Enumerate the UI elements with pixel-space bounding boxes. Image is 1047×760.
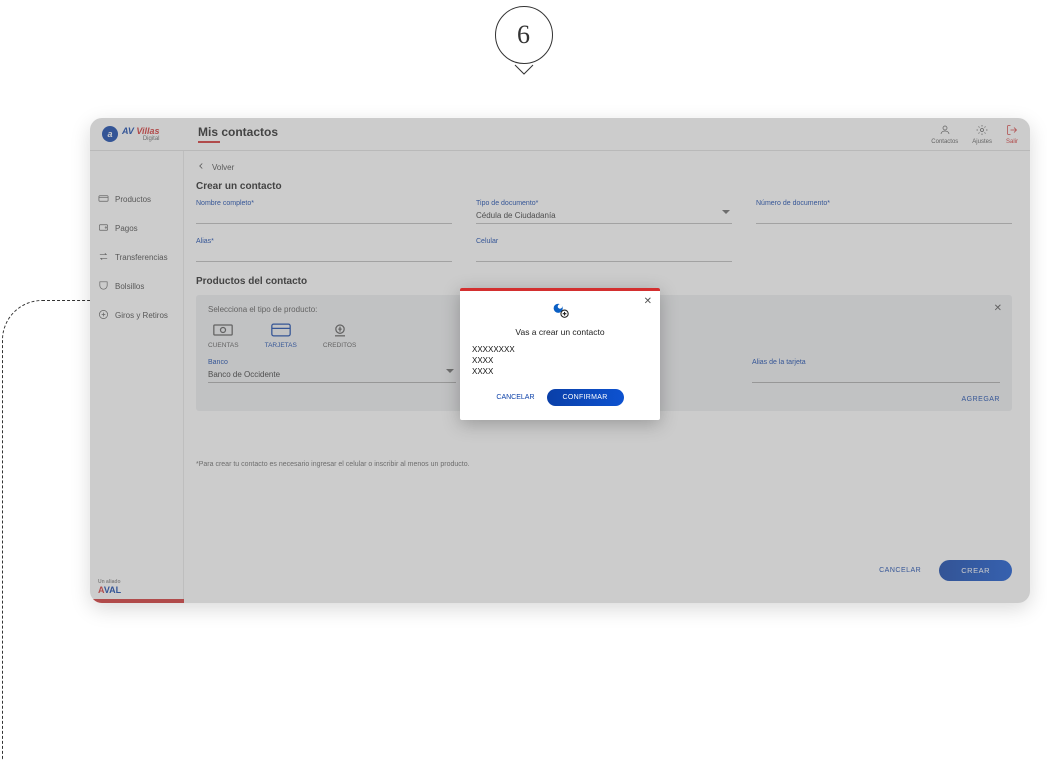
modal-title: Vas a crear un contacto: [472, 327, 648, 337]
app-window: a AV Villas Digital Mis contactos Contac…: [90, 118, 1030, 603]
transfer-icon: [98, 251, 109, 264]
modal-line3: XXXX: [472, 367, 648, 378]
modal-confirm-button[interactable]: CONFIRMAR: [547, 389, 624, 406]
back-label: Volver: [212, 163, 234, 172]
pocket-icon: [98, 280, 109, 293]
brand-villas: Villas: [134, 126, 160, 136]
wallet-icon: [98, 222, 109, 235]
tarjetas-label: TARJETAS: [265, 342, 297, 349]
brand-av: AV: [122, 126, 134, 136]
doc-num-label: Número de documento*: [756, 200, 1012, 207]
cel-input[interactable]: [476, 245, 732, 262]
sidebar-item-bolsillos[interactable]: Bolsillos: [90, 272, 183, 301]
sidebar-item-giros[interactable]: Giros y Retiros: [90, 301, 183, 330]
brand-logo: a AV Villas Digital: [102, 126, 190, 142]
footer-accent: [90, 599, 184, 603]
sidebar-item-pagos[interactable]: Pagos: [90, 214, 183, 243]
modal-summary: XXXXXXXX XXXX XXXX: [472, 345, 648, 377]
doc-type-select[interactable]: Cédula de Ciudadanía: [476, 207, 732, 224]
product-type-cuentas[interactable]: CUENTAS: [208, 322, 239, 349]
brand-mark-icon: a: [102, 126, 118, 142]
topbar: a AV Villas Digital Mis contactos Contac…: [90, 118, 1030, 151]
add-product-button[interactable]: AGREGAR: [961, 396, 1000, 403]
settings-action[interactable]: Ajustes: [972, 124, 992, 145]
aval-val: VAL: [104, 585, 121, 595]
create-button[interactable]: CREAR: [939, 560, 1012, 581]
exit-icon: [1006, 124, 1018, 138]
card-icon: [271, 322, 291, 340]
products-heading: Productos del contacto: [196, 276, 1012, 287]
modal-line1: XXXXXXXX: [472, 345, 648, 356]
alias-label: Alias*: [196, 238, 452, 245]
settings-label: Ajustes: [972, 139, 992, 145]
modal-cancel-button[interactable]: CANCELAR: [496, 394, 534, 401]
footer-note: *Para crear tu contacto es necesario ing…: [196, 461, 1012, 468]
cuentas-label: CUENTAS: [208, 342, 239, 349]
page-title: Mis contactos: [198, 125, 278, 139]
creditos-label: CREDITOS: [323, 342, 356, 349]
sidebar: Productos Pagos Transferencias Bolsillos…: [90, 151, 184, 603]
bank-label: Banco: [208, 359, 456, 366]
account-icon: [213, 322, 233, 340]
cancel-button[interactable]: CANCELAR: [879, 567, 921, 574]
sidebar-item-label: Transferencias: [115, 253, 168, 262]
close-icon[interactable]: ✕: [994, 303, 1002, 314]
field-doc-type: Tipo de documento* Cédula de Ciudadanía: [476, 200, 732, 224]
field-alias: Alias*: [196, 238, 452, 262]
back-link[interactable]: Volver: [196, 161, 1012, 173]
sidebar-item-label: Productos: [115, 195, 151, 204]
confirm-modal: ✕ Vas a crear un contacto XXXXXXXX XXXX …: [460, 288, 660, 420]
doc-type-label: Tipo de documento*: [476, 200, 732, 207]
withdraw-icon: [98, 309, 109, 322]
sidebar-item-productos[interactable]: Productos: [90, 185, 183, 214]
card-alias-input[interactable]: [752, 366, 1000, 383]
exit-label: Salir: [1006, 139, 1018, 145]
add-contact-icon: [472, 301, 648, 321]
name-label: Nombre completo*: [196, 200, 452, 207]
field-cel: Celular: [476, 238, 732, 262]
sidebar-item-transferencias[interactable]: Transferencias: [90, 243, 183, 272]
step-number: 6: [517, 20, 530, 50]
chevron-down-icon: [514, 64, 534, 76]
alias-input[interactable]: [196, 245, 452, 262]
create-contact-title: Crear un contacto: [196, 181, 1012, 192]
sidebar-item-label: Giros y Retiros: [115, 311, 168, 320]
exit-action[interactable]: Salir: [1006, 124, 1018, 145]
sidebar-item-label: Pagos: [115, 224, 138, 233]
field-card-alias: Alias de la tarjeta: [752, 359, 1000, 383]
field-bank: Banco Banco de Occidente: [208, 359, 456, 383]
sidebar-item-label: Bolsillos: [115, 282, 144, 291]
step-badge: 6: [495, 6, 553, 64]
card-icon: [98, 193, 109, 206]
modal-line2: XXXX: [472, 356, 648, 367]
credit-icon: [330, 322, 350, 340]
field-doc-num: Número de documento*: [756, 200, 1012, 224]
product-type-creditos[interactable]: CREDITOS: [323, 322, 356, 349]
gear-icon: [976, 124, 988, 138]
name-input[interactable]: [196, 207, 452, 224]
card-alias-label: Alias de la tarjeta: [752, 359, 1000, 366]
contacts-action[interactable]: Contactos: [931, 124, 958, 145]
contacts-label: Contactos: [931, 139, 958, 145]
brand-sub: Digital: [122, 136, 160, 142]
field-name: Nombre completo*: [196, 200, 452, 224]
bank-select[interactable]: Banco de Occidente: [208, 366, 456, 383]
connector-line: [2, 300, 92, 760]
doc-num-input[interactable]: [756, 207, 1012, 224]
product-type-tarjetas[interactable]: TARJETAS: [265, 322, 297, 349]
title-underline: [198, 141, 220, 143]
arrow-left-icon: [196, 161, 206, 173]
close-icon[interactable]: ✕: [644, 296, 652, 307]
user-icon: [939, 124, 951, 138]
cel-label: Celular: [476, 238, 732, 245]
